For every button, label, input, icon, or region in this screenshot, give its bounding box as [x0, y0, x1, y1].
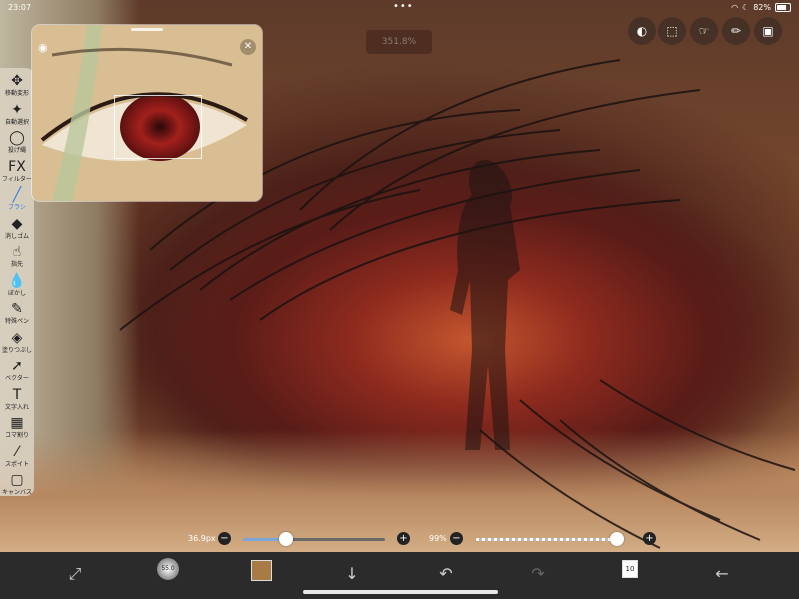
home-indicator [303, 590, 498, 594]
reference-image-icon[interactable]: ▣ [754, 17, 782, 45]
back-icon[interactable]: ← [708, 560, 736, 588]
status-time: 23:07 [8, 3, 32, 12]
tool-label: ぼかし [7, 289, 26, 297]
tool-label: 特殊ペン [4, 318, 29, 325]
transform-icon[interactable]: ⤢ [61, 560, 89, 588]
download-icon[interactable]: ↓ [338, 560, 366, 588]
opacity-plus-button[interactable]: + [643, 532, 656, 545]
wifi-icon: ◠ [731, 3, 739, 12]
opacity-slider-thumb[interactable] [609, 532, 624, 546]
multitask-dots[interactable]: ••• [393, 1, 414, 12]
brush-icon: ╱ [12, 187, 22, 203]
undo-icon[interactable]: ↶ [432, 560, 460, 588]
selection-icon[interactable]: ⬚ [658, 17, 686, 45]
magic-wand-icon: ✦ [11, 101, 23, 118]
tool-palette: ✥ 移動変形 ✦ 自動選択 ◯ 投げ縄 FX フィルター ╱ ブラシ ◆ 消しゴム ☝ 指先 💧 ぼかし ✎ 特殊… [0, 68, 34, 496]
tool-label: キャンバス [1, 489, 32, 496]
brush-size-slider-thumb[interactable] [278, 532, 293, 546]
redo-icon[interactable]: ↷ [524, 560, 552, 588]
brush-size-plus-button[interactable]: + [397, 532, 410, 545]
layers-button[interactable]: 10 [622, 560, 638, 578]
tool-label: コマ割り [4, 432, 29, 439]
tool-label: 塗りつぶし [1, 346, 33, 354]
tool-label: 文字入れ [4, 403, 29, 411]
zoom-level: 351.8% [366, 30, 432, 54]
brush-size-minus-button[interactable]: − [218, 532, 231, 545]
opacity-minus-button[interactable]: − [450, 532, 463, 545]
brush-size-value: 36.9px [188, 534, 216, 543]
touch-icon[interactable]: ☞ [690, 17, 718, 45]
canvas-icon: ▢ [10, 472, 24, 488]
battery-icon [775, 3, 791, 12]
color-swatch-button[interactable] [251, 560, 272, 581]
tool-label: ブラシ [8, 204, 26, 211]
opacity-value: 99% [429, 534, 447, 543]
tool-label: ベクター [5, 375, 29, 382]
tool-label: 指先 [10, 261, 23, 268]
tool-label: 移動変形 [4, 90, 29, 97]
tool-label: スポイト [4, 460, 29, 468]
frame-divider-icon: ▦ [10, 415, 24, 431]
toggle-icon[interactable]: ◐ [628, 17, 656, 45]
close-icon[interactable]: ✕ [240, 39, 256, 55]
tool-label: 消しゴム [4, 232, 29, 240]
eyedropper-icon: ⁄ [15, 443, 19, 460]
fill-icon: ◈ [11, 329, 23, 346]
status-bar: 23:07 ••• ◠ ☾ 82% [0, 0, 799, 14]
finger-icon: ☝ [12, 244, 22, 260]
move-icon: ✥ [11, 73, 23, 89]
ruler-icon[interactable]: ✏ [722, 17, 750, 45]
tool-label: 投げ縄 [7, 147, 26, 154]
eraser-icon: ◆ [11, 215, 23, 232]
special-pen-icon: ✎ [11, 301, 23, 317]
navigator-drag-handle[interactable] [131, 28, 163, 31]
tool-label: 自動選択 [4, 118, 29, 126]
moon-icon: ☾ [742, 3, 750, 12]
artwork-figure-silhouette [450, 160, 520, 450]
tool-label: フィルター [2, 175, 32, 183]
brush-size-track[interactable] [243, 538, 385, 541]
camera-icon[interactable]: ◉ [38, 41, 48, 54]
navigator-panel[interactable]: ◉ ✕ [32, 25, 262, 201]
text-icon: T [12, 386, 22, 403]
vector-icon: ➚ [11, 358, 23, 374]
navigator-viewport-rect[interactable] [114, 95, 202, 159]
battery-percent: 82% [753, 3, 771, 12]
blur-icon: 💧 [8, 272, 26, 289]
tool-canvas[interactable]: ▢ キャンバス [0, 471, 34, 505]
fx-icon: FX [8, 158, 26, 175]
opacity-track[interactable] [476, 538, 618, 541]
lasso-icon: ◯ [9, 130, 25, 146]
brush-preview-button[interactable]: 55.0 [157, 558, 179, 580]
